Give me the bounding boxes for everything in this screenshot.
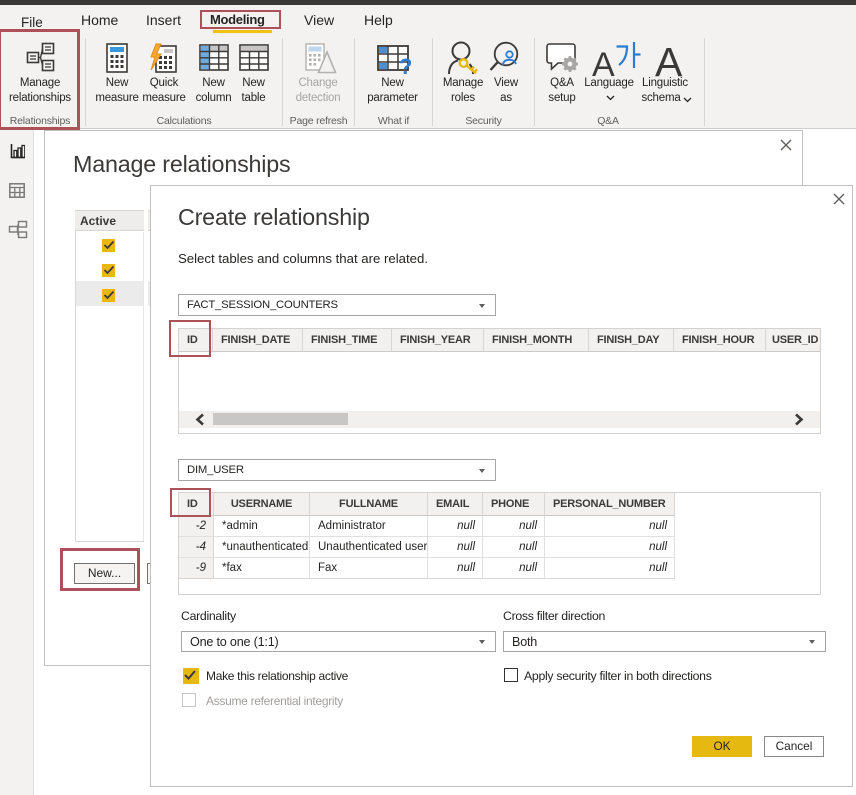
svg-text:A: A	[655, 40, 683, 78]
svg-text:?: ?	[399, 54, 411, 75]
svg-text:A: A	[592, 46, 615, 78]
